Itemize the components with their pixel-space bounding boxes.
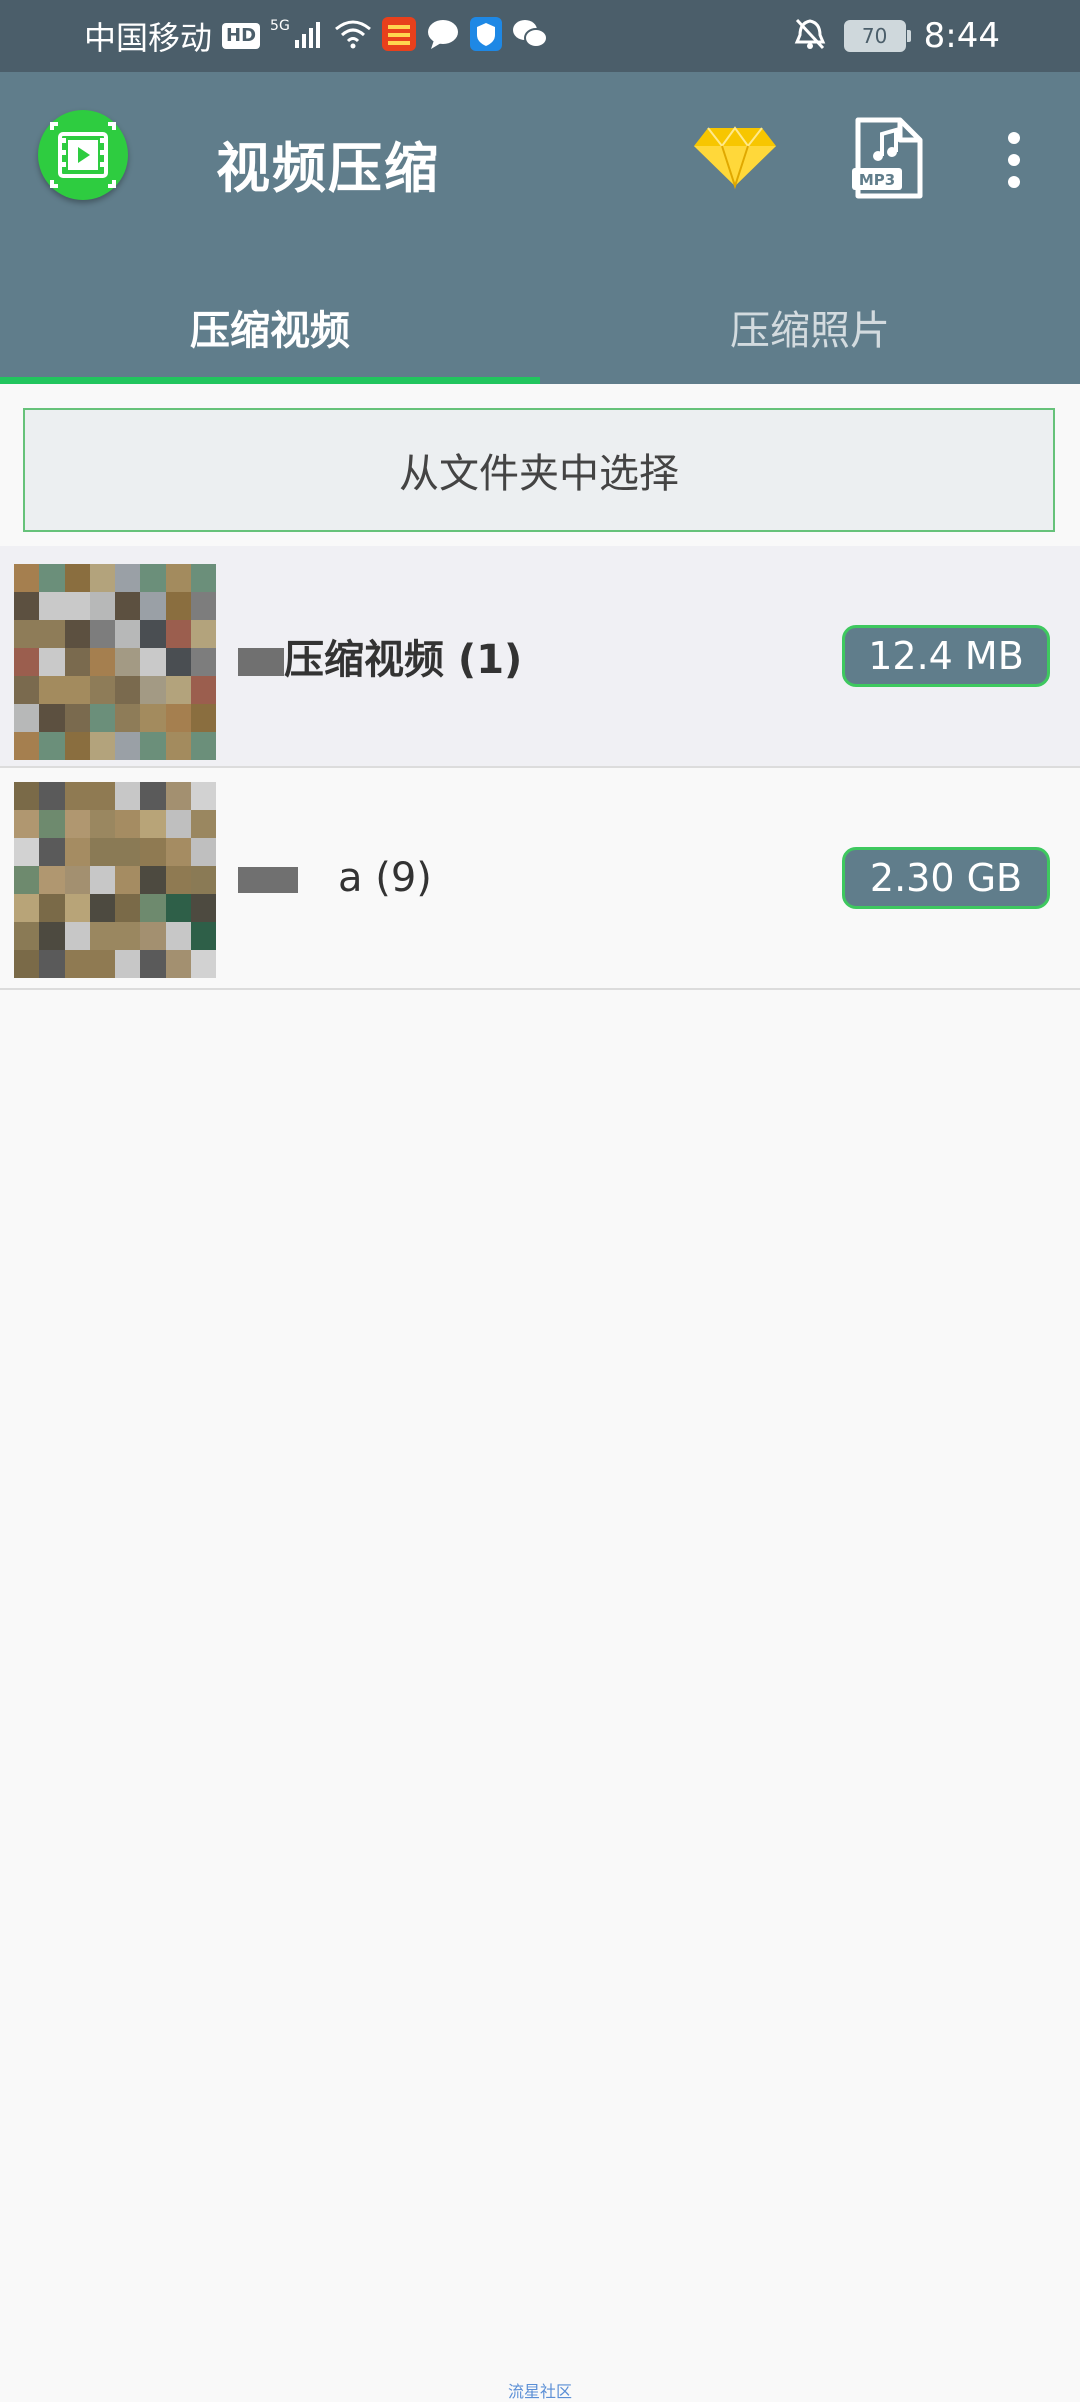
diamond-icon	[694, 126, 776, 190]
folder-name: a (9)	[238, 855, 432, 901]
choose-from-folder-button[interactable]: 从文件夹中选择	[23, 408, 1055, 532]
status-right-group: 70 8:44	[794, 14, 1000, 58]
more-options-button[interactable]	[994, 120, 1034, 200]
premium-button[interactable]	[690, 124, 780, 190]
clock: 8:44	[923, 16, 1000, 56]
tab-compress-photo[interactable]: 压缩照片	[540, 270, 1080, 384]
more-vert-icon	[1008, 132, 1020, 188]
folder-size-badge: 12.4 MB	[842, 625, 1050, 687]
mp3-label: MP3	[859, 171, 895, 189]
watermark: 流星社区	[507, 2382, 572, 2401]
shield-icon	[469, 17, 502, 55]
carrier-name: 中国移动	[84, 19, 213, 57]
signal-icon	[294, 20, 324, 52]
network-type: 5G	[270, 18, 290, 34]
mp3-file-icon: MP3	[852, 117, 923, 199]
redacted-mark	[238, 648, 284, 676]
wifi-icon	[334, 19, 372, 53]
hd-badge: HD	[222, 23, 261, 49]
folder-name: 压缩视频 (1)	[238, 627, 522, 685]
folder-size-badge: 2.30 GB	[842, 847, 1050, 909]
status-left-group: 中国移动 HD 5G	[84, 14, 548, 58]
folder-item[interactable]: 压缩视频 (1) 12.4 MB	[0, 546, 1080, 768]
message-icon	[426, 18, 460, 54]
app-bar: 视频压缩 MP3 压缩视频 压缩照片	[0, 72, 1080, 384]
tab-compress-video[interactable]: 压缩视频	[0, 270, 540, 384]
taobao-icon	[381, 17, 416, 55]
wechat-icon	[512, 18, 548, 54]
bell-off-icon	[794, 17, 826, 55]
status-bar: 中国移动 HD 5G 70 8:44	[0, 0, 1080, 72]
folder-thumbnail	[14, 564, 216, 760]
folder-item[interactable]: a (9) 2.30 GB	[0, 768, 1080, 990]
redacted-mark	[238, 867, 298, 893]
app-title: 视频压缩	[216, 137, 440, 200]
app-logo-icon	[38, 110, 128, 200]
folder-thumbnail	[14, 782, 216, 978]
mp3-button[interactable]: MP3	[848, 116, 928, 200]
battery-indicator: 70	[843, 20, 911, 52]
tab-indicator	[0, 377, 540, 384]
tab-bar: 压缩视频 压缩照片	[0, 270, 1080, 384]
